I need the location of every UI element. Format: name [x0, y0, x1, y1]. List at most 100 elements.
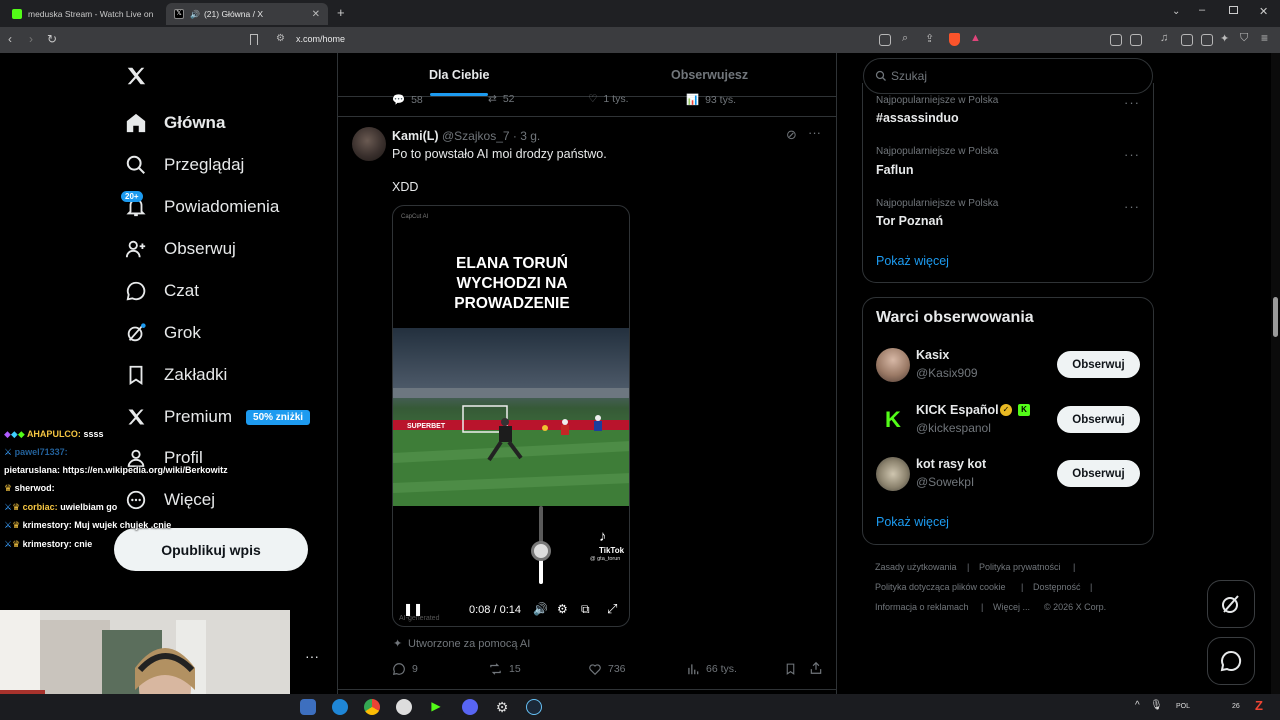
sidebar-item-premium[interactable]: Premium 50% zniżki: [124, 402, 311, 432]
reload-icon[interactable]: ↻: [47, 32, 57, 46]
minimize-icon[interactable]: –: [1199, 4, 1205, 16]
volume-icon[interactable]: 🔊: [533, 602, 548, 616]
vpn-icon[interactable]: ⛉: [1240, 32, 1248, 45]
who-name[interactable]: Kasix: [916, 348, 949, 362]
footer-more-link[interactable]: Więcej ...: [993, 602, 1030, 612]
sidebar-item-more[interactable]: Więcej: [124, 485, 215, 515]
browser-tab-x[interactable]: 𝕏 🔊 (21) Główna / X ✕: [166, 3, 328, 25]
prev-repost-button[interactable]: ⇄ 52: [488, 93, 515, 105]
notification-icon[interactable]: Z: [1255, 698, 1263, 713]
tab-following[interactable]: Obserwujesz: [671, 68, 748, 82]
trend-more-icon[interactable]: ···: [1124, 199, 1140, 214]
footer-privacy-link[interactable]: Polityka prywatności: [979, 562, 1061, 572]
footer-terms-link[interactable]: Zasady użytkowania: [875, 562, 957, 572]
menu-icon[interactable]: ≡: [1261, 31, 1268, 45]
wallet-icon[interactable]: [1201, 34, 1213, 46]
avatar[interactable]: [876, 457, 910, 491]
sidebar-toggle-icon[interactable]: [1181, 34, 1193, 46]
sidebar-item-notifications[interactable]: Powiadomienia: [124, 192, 279, 222]
prev-like-button[interactable]: ♡ 1 tys.: [588, 93, 629, 105]
chrome-icon[interactable]: [364, 699, 380, 715]
footer-accessibility-link[interactable]: Dostępność: [1033, 582, 1081, 592]
views-button[interactable]: 66 tys.: [686, 662, 737, 676]
new-tab-icon[interactable]: +: [337, 5, 345, 20]
share-icon[interactable]: [809, 661, 823, 675]
sidebar-item-chat[interactable]: Czat: [124, 276, 199, 306]
page-scrollbar[interactable]: [1271, 53, 1280, 694]
settings-icon[interactable]: ⚙: [557, 602, 568, 616]
trend-more-icon[interactable]: ···: [1124, 147, 1140, 162]
zoom-icon[interactable]: ⌕: [902, 32, 908, 45]
video-player[interactable]: CapCut AI ELANA TORUŃ WYCHODZI NA PROWAD…: [392, 205, 630, 627]
settings-icon[interactable]: ⚙: [494, 699, 510, 715]
back-icon[interactable]: ‹: [8, 32, 12, 46]
follow-button[interactable]: Obserwuj: [1057, 351, 1140, 378]
footer-ads-link[interactable]: Informacja o reklamach: [875, 602, 969, 612]
tray-expand-icon[interactable]: ^: [1135, 700, 1140, 711]
follow-button[interactable]: Obserwuj: [1057, 406, 1140, 433]
avatar[interactable]: [876, 348, 910, 382]
brave-shield-icon[interactable]: [949, 33, 960, 46]
author-avatar[interactable]: [352, 127, 386, 161]
forward-icon[interactable]: ›: [29, 32, 33, 46]
grok-explain-icon[interactable]: ⊘: [786, 127, 797, 143]
trend-name[interactable]: Faflun: [876, 163, 914, 177]
who-name[interactable]: kot rasy kot: [916, 457, 986, 471]
prev-reply-button[interactable]: 💬 58: [392, 93, 423, 107]
kick-logo-icon[interactable]: K: [876, 403, 910, 437]
author-handle[interactable]: @Szajkos_7 · 3 g.: [442, 129, 540, 143]
tab-for-you[interactable]: Dla Ciebie: [429, 68, 489, 82]
footer-cookies-link[interactable]: Polityka dotycząca plików cookie: [875, 582, 1006, 592]
prev-views-button[interactable]: 📊 93 tys.: [686, 93, 736, 107]
edge-icon[interactable]: [332, 699, 348, 715]
language-indicator[interactable]: POL: [1176, 703, 1190, 710]
picture-in-picture-icon[interactable]: ⧉: [581, 602, 590, 617]
sidebar-item-follow[interactable]: Obserwuj: [124, 234, 236, 264]
bookmark-page-icon[interactable]: [250, 34, 258, 45]
brave-rewards-icon[interactable]: ▲: [970, 32, 981, 44]
scrollbar-thumb[interactable]: [1273, 297, 1278, 337]
fullscreen-icon[interactable]: ⤢: [607, 601, 617, 617]
share-icon[interactable]: ⇪: [925, 32, 934, 45]
repost-button[interactable]: 15: [488, 662, 521, 676]
close-tab-icon[interactable]: ✕: [312, 9, 320, 20]
author-name[interactable]: Kami(L): [392, 129, 439, 143]
steam-icon[interactable]: [526, 699, 542, 715]
follow-button[interactable]: Obserwuj: [1057, 460, 1140, 487]
discord-icon[interactable]: [462, 699, 478, 715]
site-info-icon[interactable]: ⚙: [276, 33, 285, 44]
pause-icon[interactable]: ❚❚: [403, 602, 423, 616]
sidebar-item-bookmarks[interactable]: Zakładki: [124, 360, 227, 390]
messages-fab-button[interactable]: [1207, 637, 1255, 685]
who-show-more-link[interactable]: Pokaż więcej: [876, 515, 949, 529]
trend-more-icon[interactable]: ···: [1124, 95, 1140, 110]
volume-slider-thumb[interactable]: [531, 541, 551, 561]
restore-icon[interactable]: [1229, 6, 1238, 14]
like-button[interactable]: 736: [588, 662, 626, 676]
account-menu-icon[interactable]: ···: [305, 648, 319, 664]
media-icon[interactable]: ♫: [1160, 32, 1168, 44]
url-field[interactable]: x.com/home: [296, 34, 345, 44]
streamlabs-icon[interactable]: ▶: [428, 699, 444, 715]
trend-name[interactable]: Tor Poznań: [876, 214, 943, 228]
trends-show-more-link[interactable]: Pokaż więcej: [876, 254, 949, 268]
close-window-icon[interactable]: ✕: [1259, 5, 1268, 18]
reply-button[interactable]: 9: [392, 662, 418, 676]
sidebar-item-grok[interactable]: Grok: [124, 318, 201, 348]
extensions-icon[interactable]: [1110, 34, 1122, 46]
tab-list-icon[interactable]: ⌄: [1172, 6, 1180, 17]
screenshot-icon[interactable]: [1130, 34, 1142, 46]
post-button[interactable]: Opublikuj wpis: [114, 528, 308, 571]
sidebar-item-home[interactable]: Główna: [124, 108, 225, 138]
obs-icon[interactable]: [396, 699, 412, 715]
bookmark-icon[interactable]: [784, 662, 797, 676]
file-explorer-icon[interactable]: [300, 699, 316, 715]
trend-name[interactable]: #assassinduo: [876, 111, 959, 125]
x-logo-icon[interactable]: [125, 65, 147, 87]
microphone-icon[interactable]: 🎙: [1150, 700, 1163, 711]
browser-tab-kick[interactable]: meduska Stream - Watch Live on Kic: [4, 3, 162, 25]
cast-icon[interactable]: [879, 34, 891, 46]
grok-fab-button[interactable]: [1207, 580, 1255, 628]
sidebar-item-explore[interactable]: Przeglądaj: [124, 150, 244, 180]
who-name[interactable]: KICK Español: [916, 403, 999, 417]
